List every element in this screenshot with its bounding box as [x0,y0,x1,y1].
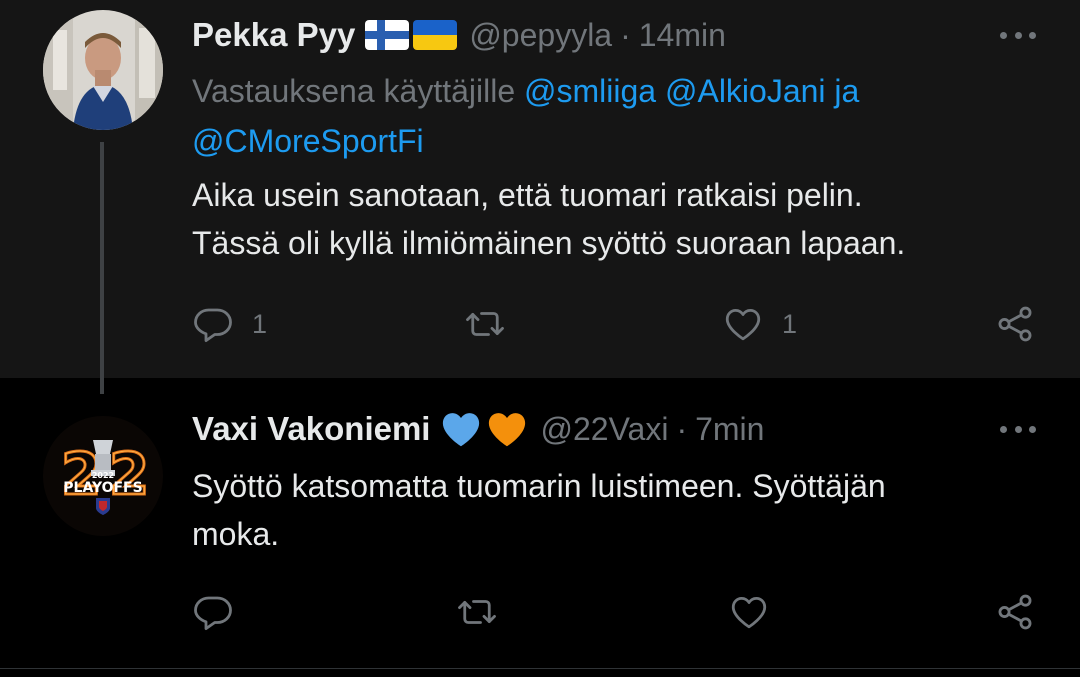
mention-joiner[interactable]: ja [834,73,859,109]
timestamp[interactable]: 7min [695,411,764,448]
mention-link[interactable]: @AlkioJani [665,73,826,109]
ukraine-flag-icon [413,20,458,50]
tweet-text-line: Syöttö katsomatta tuomarin luistimeen. S… [192,468,886,504]
retweet-button[interactable] [456,590,498,634]
avatar-playoffs-logo: 2 2 2 2 2022 PLAYOFFS [43,416,163,536]
reply-icon [194,308,232,343]
tweet-text: Syöttö katsomatta tuomarin luistimeen. S… [192,462,1042,558]
tweet-vaxi-vakoniemi[interactable]: 2 2 2 2 2022 PLAYOFFS Vaxi Vakoniemi @22… [0,378,1080,668]
tweet-header: Pekka Pyy @pepyyla · 14min [192,12,726,58]
handle[interactable]: @22Vaxi [540,411,668,448]
like-button[interactable] [728,590,770,634]
avatar-photo [43,10,163,130]
separator-dot: · [620,16,631,53]
avatar[interactable]: 2 2 2 2 2022 PLAYOFFS [43,416,163,536]
timestamp[interactable]: 14min [639,17,726,54]
blue-heart-icon [443,413,480,447]
separator-dot: · [676,410,688,447]
tweet-text-line: moka. [192,516,280,552]
tweet-header: Vaxi Vakoniemi @22Vaxi · 7min [192,406,764,452]
heart-icon [725,308,761,341]
handle[interactable]: @pepyyla [469,17,612,54]
tweet-text: Aika usein sanotaan, että tuomari ratkai… [192,171,1042,267]
reply-prefix: Vastauksena käyttäjille [192,73,516,109]
tweet-text-line: Aika usein sanotaan, että tuomari ratkai… [192,177,863,213]
reply-icon [194,596,232,631]
tweet-text-line: Tässä oli kyllä ilmiömäinen syöttö suora… [192,225,906,261]
reply-count: 1 [252,308,268,339]
name-emojis [365,20,458,50]
mention-link[interactable]: @CMoreSportFi [192,123,424,159]
share-icon [998,594,1032,630]
orange-heart-icon [489,413,526,447]
action-bar: 1 1 [192,302,1042,346]
thread-connector-line [100,142,104,394]
display-name[interactable]: Pekka Pyy [192,16,355,54]
like-count: 1 [782,308,798,339]
bottom-divider [0,668,1080,669]
share-icon [998,306,1032,342]
reply-button[interactable]: 1 [192,302,267,346]
finland-flag-icon [365,20,410,50]
tweet-pekka-pyy[interactable]: Pekka Pyy @pepyyla · 14min Vastauksena k… [0,0,1080,378]
share-button[interactable] [994,302,1036,346]
action-bar [192,590,1042,634]
retweet-icon [458,600,496,624]
reply-context: Vastauksena käyttäjille @smliiga @AlkioJ… [192,66,1012,166]
avatar-text: PLAYOFFS [63,480,142,496]
like-button[interactable]: 1 [722,302,797,346]
svg-text:2: 2 [109,440,149,508]
reply-button[interactable] [192,590,252,634]
more-options-icon[interactable] [1000,424,1036,434]
retweet-button[interactable] [464,302,506,346]
avatar[interactable] [43,10,163,130]
avatar-year: 2022 [92,471,114,480]
name-emojis [440,410,528,448]
mention-link[interactable]: @smliiga [524,73,656,109]
more-options-icon[interactable] [1000,30,1036,40]
display-name[interactable]: Vaxi Vakoniemi [192,410,430,448]
heart-icon [731,596,767,629]
retweet-icon [466,312,504,336]
share-button[interactable] [994,590,1036,634]
